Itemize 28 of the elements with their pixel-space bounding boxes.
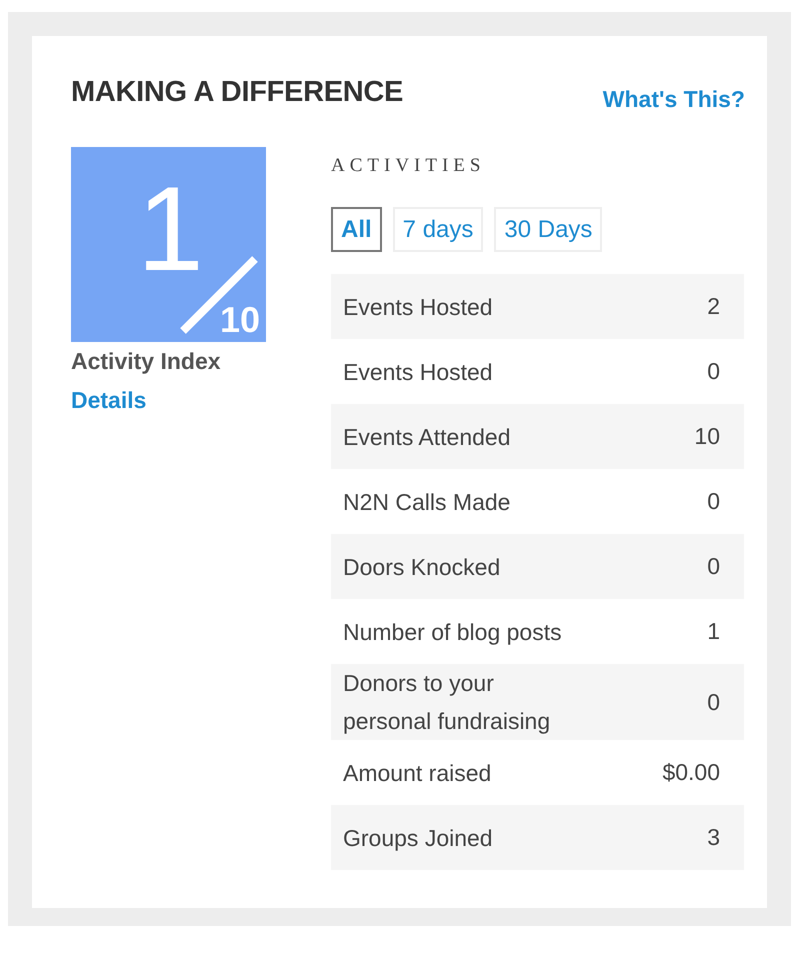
activity-value: 0 (707, 553, 720, 580)
activity-value: 0 (707, 488, 720, 515)
activity-label: N2N Calls Made (343, 488, 510, 516)
activity-value: 10 (694, 423, 720, 450)
activity-value: 0 (707, 358, 720, 385)
activity-label: Doors Knocked (343, 552, 500, 582)
activity-label: Number of blog posts (343, 618, 562, 647)
filter-tab[interactable]: All (331, 207, 382, 252)
activity-value: 3 (707, 824, 720, 851)
section-title: MAKING A DIFFERENCE (71, 76, 404, 109)
filter-tab[interactable]: 7 days (392, 207, 484, 252)
activity-label: Events Attended (343, 422, 511, 452)
whats-this-link[interactable]: What's This? (602, 86, 745, 113)
activity-value: 0 (707, 688, 720, 716)
activity-label: Events Hosted (343, 358, 493, 386)
activity-index-label: Activity Index (71, 348, 222, 375)
activity-value: 2 (707, 293, 720, 320)
activity-label: Donors to your personal fundraising (343, 669, 552, 736)
activity-label: Amount raised (343, 758, 492, 788)
activity-label: Groups Joined (343, 824, 493, 853)
details-link[interactable]: Details (71, 387, 146, 414)
activity-value: $0.00 (662, 759, 720, 786)
filter-tab[interactable]: 30 Days (494, 207, 602, 252)
activity-value: 1 (707, 618, 720, 645)
activities-heading: ACTIVITIES (331, 155, 486, 177)
activity-label: Events Hosted (343, 292, 493, 322)
index-value: 1 (137, 169, 204, 289)
index-max: 10 (220, 302, 260, 338)
